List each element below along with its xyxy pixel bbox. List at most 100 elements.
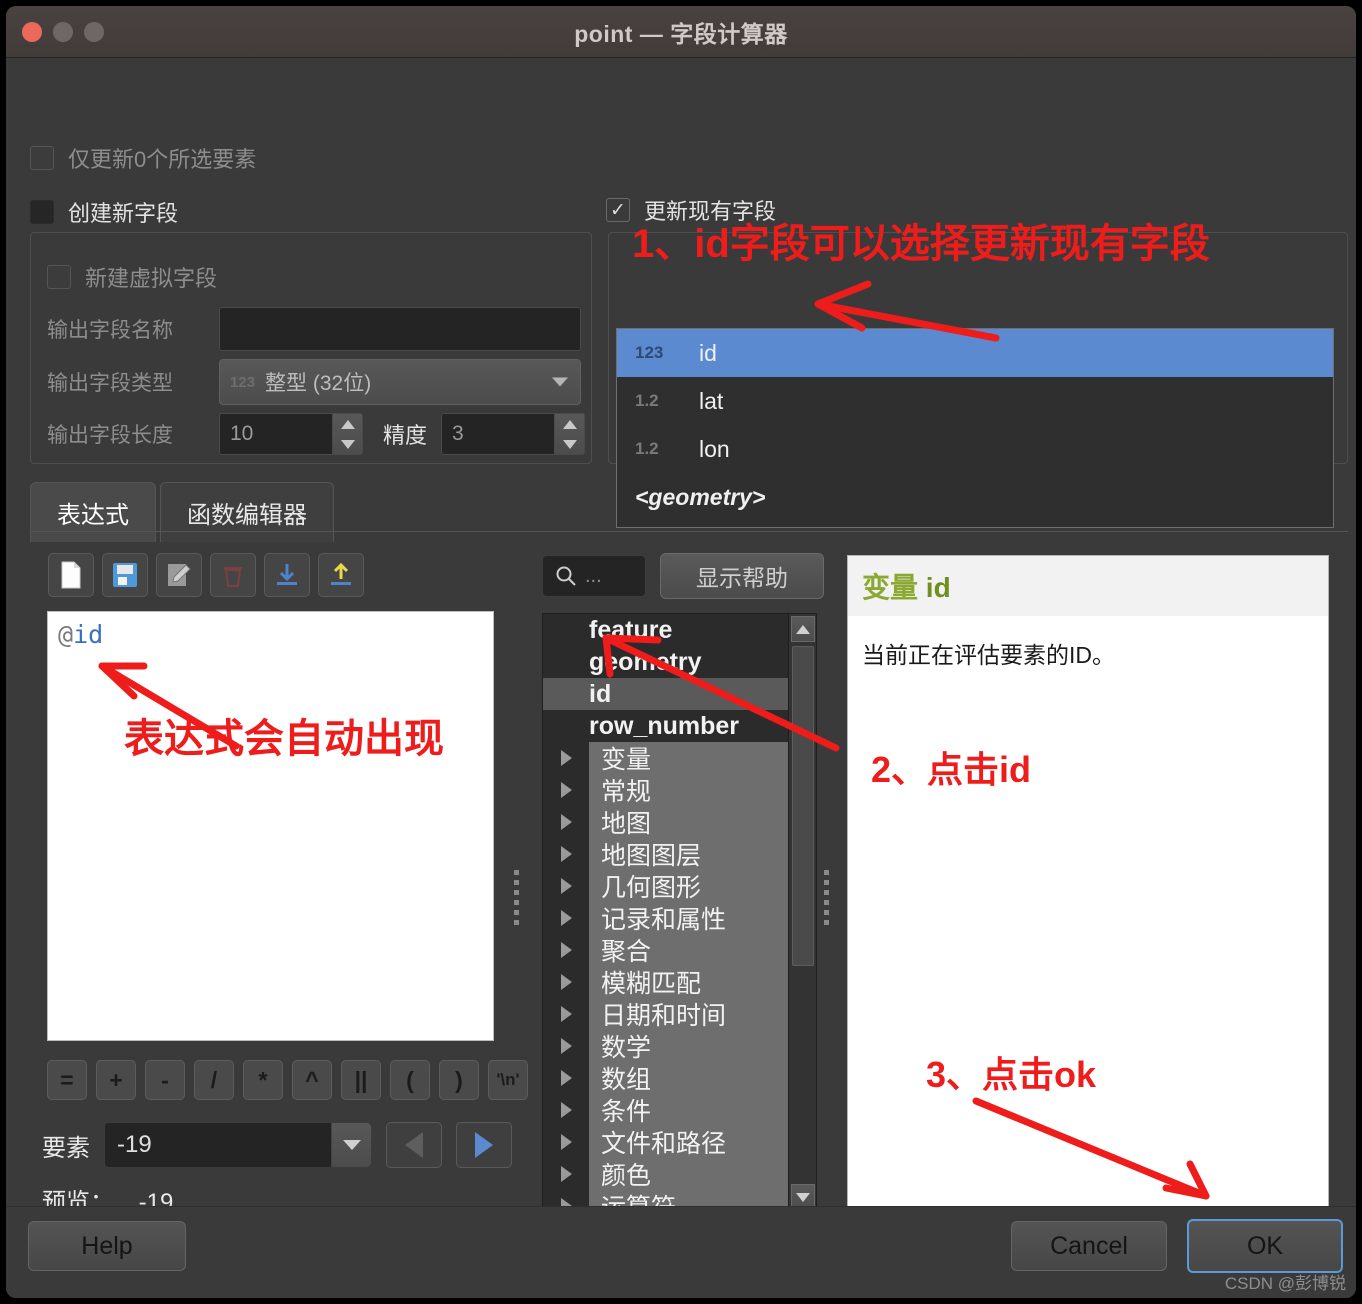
next-feature-button[interactable]	[456, 1122, 512, 1168]
help-button[interactable]: Help	[28, 1221, 186, 1271]
scroll-up-icon[interactable]	[791, 616, 815, 642]
splitter-handle-left[interactable]	[514, 870, 519, 925]
tree-category-arrays[interactable]: 数组	[543, 1062, 816, 1094]
function-tree-scrollbar[interactable]	[788, 614, 816, 1212]
operator-button-row[interactable]: = + - / * ^ || ( ) '\n'	[47, 1060, 528, 1100]
window-controls[interactable]	[22, 21, 104, 42]
tree-category-general[interactable]: 常规	[543, 774, 816, 806]
tree-category-label: 文件和路径	[601, 1130, 727, 1158]
export-icon[interactable]	[318, 553, 364, 597]
existing-field-dropdown-list[interactable]: 123 id 1.2 lat 1.2 lon <geometry>	[616, 328, 1334, 528]
operator-concat[interactable]: ||	[341, 1060, 381, 1100]
checkbox-box-virtual-field[interactable]	[47, 265, 71, 289]
virtual-field-checkbox[interactable]: 新建虚拟字段	[47, 261, 217, 293]
cancel-button[interactable]: Cancel	[1011, 1221, 1167, 1271]
chevron-up-icon[interactable]	[340, 419, 355, 429]
precision-value[interactable]: 3	[442, 414, 554, 454]
checkbox-box-update-existing[interactable]: ✓	[606, 198, 630, 222]
search-input[interactable]: ...	[542, 555, 646, 597]
stepper-arrows-precision[interactable]	[554, 414, 585, 454]
tree-category-fuzzy-matching[interactable]: 模糊匹配	[543, 966, 816, 998]
show-help-button[interactable]: 显示帮助	[660, 553, 824, 599]
checkbox-box-create-new[interactable]	[30, 200, 54, 224]
operator-plus[interactable]: +	[96, 1060, 136, 1100]
tree-category-conditionals[interactable]: 条件	[543, 1094, 816, 1126]
output-field-length-stepper[interactable]: 10	[219, 413, 363, 455]
chevron-down-icon[interactable]	[562, 439, 577, 449]
tree-category-files-paths[interactable]: 文件和路径	[543, 1126, 816, 1158]
operator-equals[interactable]: =	[47, 1060, 87, 1100]
function-tree[interactable]: feature geometry id row_number 变量 常规 地图 …	[542, 613, 817, 1213]
tree-category-geometry[interactable]: 几何图形	[543, 870, 816, 902]
output-field-type-select[interactable]: 123 整型 (32位)	[219, 359, 581, 405]
operator-open-paren[interactable]: (	[390, 1060, 430, 1100]
operator-divide[interactable]: /	[194, 1060, 234, 1100]
operator-multiply[interactable]: *	[243, 1060, 283, 1100]
chevron-right-icon[interactable]	[543, 902, 589, 934]
expression-toolbar[interactable]	[48, 553, 364, 597]
chevron-right-icon[interactable]	[543, 838, 589, 870]
tree-category-aggregates[interactable]: 聚合	[543, 934, 816, 966]
create-new-field-checkbox[interactable]: 创建新字段	[30, 196, 178, 228]
operator-power[interactable]: ^	[292, 1060, 332, 1100]
expression-editor[interactable]: @id	[47, 611, 494, 1041]
tab-bar[interactable]: 表达式 函数编辑器	[30, 482, 334, 542]
checkbox-box-update-selected[interactable]	[30, 146, 54, 170]
save-icon[interactable]	[102, 553, 148, 597]
field-list-item-id[interactable]: 123 id	[617, 329, 1333, 377]
output-field-name-input[interactable]	[219, 307, 581, 351]
tree-item-row-number[interactable]: row_number	[543, 710, 816, 742]
scrollbar-thumb[interactable]	[792, 646, 814, 966]
delete-icon[interactable]	[210, 553, 256, 597]
field-list-item-lat[interactable]: 1.2 lat	[617, 377, 1333, 425]
field-list-item-lon[interactable]: 1.2 lon	[617, 425, 1333, 473]
close-button[interactable]	[22, 21, 42, 42]
chevron-right-icon[interactable]	[543, 806, 589, 838]
chevron-right-icon[interactable]	[543, 998, 589, 1030]
import-icon[interactable]	[264, 553, 310, 597]
chevron-right-icon[interactable]	[543, 1158, 589, 1190]
operator-minus[interactable]: -	[145, 1060, 185, 1100]
tree-category-color[interactable]: 颜色	[543, 1158, 816, 1190]
operator-close-paren[interactable]: )	[439, 1060, 479, 1100]
update-existing-field-checkbox[interactable]: ✓ 更新现有字段	[606, 194, 776, 226]
chevron-right-icon[interactable]	[543, 774, 589, 806]
tree-category-record-attributes[interactable]: 记录和属性	[543, 902, 816, 934]
tree-category-variables[interactable]: 变量	[543, 742, 816, 774]
feature-select[interactable]: -19	[104, 1122, 372, 1168]
tab-expression[interactable]: 表达式	[30, 482, 156, 542]
stepper-arrows-length[interactable]	[332, 414, 362, 454]
chevron-down-icon[interactable]	[331, 1123, 371, 1167]
chevron-right-icon[interactable]	[543, 742, 589, 774]
update-selected-checkbox[interactable]: 仅更新0个所选要素	[30, 142, 256, 174]
chevron-right-icon[interactable]	[543, 870, 589, 902]
new-file-icon[interactable]	[48, 553, 94, 597]
chevron-up-icon[interactable]	[562, 419, 577, 429]
tree-category-math[interactable]: 数学	[543, 1030, 816, 1062]
tree-category-date-time[interactable]: 日期和时间	[543, 998, 816, 1030]
chevron-right-icon[interactable]	[543, 1126, 589, 1158]
tree-item-feature[interactable]: feature	[543, 614, 816, 646]
tab-function-editor[interactable]: 函数编辑器	[160, 482, 334, 542]
operator-newline[interactable]: '\n'	[488, 1060, 528, 1100]
output-field-length-value[interactable]: 10	[220, 414, 332, 454]
chevron-right-icon[interactable]	[543, 934, 589, 966]
chevron-down-icon[interactable]	[340, 439, 355, 449]
chevron-right-icon[interactable]	[543, 1094, 589, 1126]
ok-button[interactable]: OK	[1187, 1219, 1343, 1273]
edit-icon[interactable]	[156, 553, 202, 597]
maximize-button[interactable]	[84, 21, 104, 42]
chevron-right-icon[interactable]	[543, 1062, 589, 1094]
field-list-item-geometry[interactable]: <geometry>	[617, 473, 1333, 521]
tree-category-map[interactable]: 地图	[543, 806, 816, 838]
tree-item-id[interactable]: id	[543, 678, 816, 710]
precision-stepper[interactable]: 3	[441, 413, 586, 455]
previous-feature-button[interactable]	[386, 1122, 442, 1168]
chevron-right-icon[interactable]	[543, 966, 589, 998]
tree-category-map-layers[interactable]: 地图图层	[543, 838, 816, 870]
minimize-button[interactable]	[53, 21, 73, 42]
tree-item-geometry[interactable]: geometry	[543, 646, 816, 678]
chevron-right-icon[interactable]	[543, 1030, 589, 1062]
splitter-handle-right[interactable]	[824, 870, 829, 925]
field-name: lat	[699, 387, 724, 414]
